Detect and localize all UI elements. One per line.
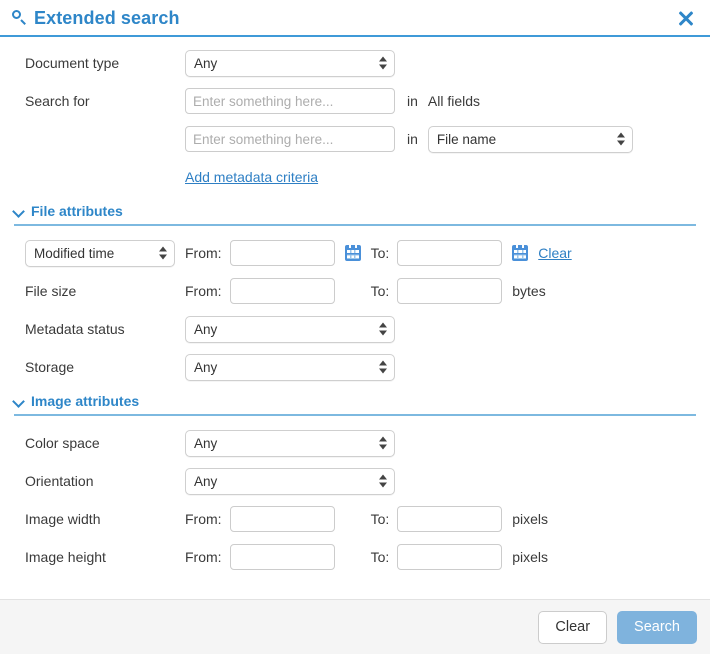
row-color-space: Color space Any	[0, 429, 710, 457]
page-title: Extended search	[34, 7, 180, 28]
image-attributes-section: Image attributes	[0, 393, 710, 416]
image-height-from-label: From:	[185, 549, 222, 565]
row-add-criteria: Add metadata criteria	[0, 163, 710, 191]
section-divider	[14, 224, 696, 226]
image-height-to-input[interactable]	[397, 544, 503, 570]
dialog-title-group: Extended search	[12, 9, 180, 27]
metadata-status-label: Metadata status	[25, 321, 125, 337]
search-text-input-2[interactable]	[185, 126, 395, 152]
row-image-width: Image width From: To: pixels	[0, 505, 710, 533]
file-size-to-input[interactable]	[397, 278, 503, 304]
search-scope-select-2[interactable]: File name	[427, 125, 633, 153]
image-height-label: Image height	[25, 549, 106, 565]
chevron-updown-icon	[379, 56, 387, 71]
row-search-for-2: in File name	[0, 125, 710, 153]
image-attributes-title: Image attributes	[31, 393, 140, 409]
file-size-label: File size	[25, 283, 77, 299]
image-width-label: Image width	[25, 511, 101, 527]
calendar-icon-from[interactable]	[344, 245, 361, 261]
file-attributes-section: File attributes	[0, 203, 710, 226]
file-attributes-header[interactable]: File attributes	[0, 203, 710, 219]
orientation-select[interactable]: Any	[185, 467, 395, 495]
search-button[interactable]: Search	[617, 610, 697, 644]
color-space-label: Color space	[25, 435, 100, 451]
date-to-input[interactable]	[397, 240, 503, 266]
file-size-unit: bytes	[512, 283, 546, 299]
row-modified-time: Modified time From: To: Clear	[0, 239, 710, 267]
file-size-to-label: To:	[370, 283, 390, 299]
image-width-from-label: From:	[185, 511, 222, 527]
date-to-label: To:	[370, 245, 390, 261]
image-width-to-input[interactable]	[397, 506, 503, 532]
chevron-updown-icon	[379, 436, 387, 451]
orientation-label: Orientation	[25, 473, 94, 489]
search-scope-2-value: File name	[436, 131, 497, 147]
date-field-value: Modified time	[34, 245, 115, 261]
metadata-status-value: Any	[194, 321, 218, 337]
chevron-updown-icon	[616, 132, 625, 147]
row-storage: Storage Any	[0, 353, 710, 381]
image-width-to-label: To:	[370, 511, 390, 527]
file-attributes-title: File attributes	[31, 203, 123, 219]
storage-value: Any	[194, 359, 218, 375]
document-type-select[interactable]: Any	[185, 49, 395, 77]
row-document-type: Document type Any	[0, 49, 710, 77]
search-scope-1: All fields	[427, 93, 481, 109]
search-icon	[12, 10, 27, 25]
in-label-2: in	[407, 131, 418, 147]
date-from-label: From:	[185, 245, 222, 261]
chevron-updown-icon	[159, 246, 167, 261]
row-metadata-status: Metadata status Any	[0, 315, 710, 343]
chevron-updown-icon	[379, 322, 387, 337]
image-height-unit: pixels	[512, 549, 549, 565]
calendar-icon-to[interactable]	[512, 245, 529, 261]
date-clear-link[interactable]: Clear	[538, 245, 571, 261]
file-size-from-input[interactable]	[229, 278, 335, 304]
metadata-status-select[interactable]: Any	[185, 315, 395, 343]
chevron-updown-icon	[379, 360, 387, 375]
color-space-select[interactable]: Any	[185, 429, 395, 457]
add-metadata-criteria-link[interactable]: Add metadata criteria	[185, 169, 318, 185]
storage-label: Storage	[25, 359, 75, 375]
image-height-to-label: To:	[370, 549, 390, 565]
row-search-for-1: Search for in All fields	[0, 87, 710, 115]
search-for-label: Search for	[25, 93, 90, 109]
image-width-unit: pixels	[512, 511, 549, 527]
image-width-from-input[interactable]	[229, 506, 335, 532]
in-label-1: in	[407, 93, 418, 109]
storage-select[interactable]: Any	[185, 353, 395, 381]
orientation-value: Any	[194, 473, 218, 489]
date-from-input[interactable]	[229, 240, 335, 266]
row-image-height: Image height From: To: pixels	[0, 543, 710, 571]
color-space-value: Any	[194, 435, 218, 451]
dialog-footer: Clear Search	[0, 599, 710, 654]
search-text-input-1[interactable]	[185, 88, 395, 114]
chevron-down-icon	[14, 206, 25, 217]
date-field-select[interactable]: Modified time	[25, 239, 175, 267]
row-file-size: File size From: To: bytes	[0, 277, 710, 305]
chevron-down-icon	[14, 396, 25, 407]
document-type-label: Document type	[25, 55, 120, 71]
file-size-from-label: From:	[185, 283, 222, 299]
document-type-value: Any	[194, 55, 218, 71]
dialog-body: Document type Any Search for in All fiel…	[0, 37, 710, 599]
clear-button[interactable]: Clear	[538, 610, 608, 644]
close-icon[interactable]	[675, 7, 697, 29]
row-orientation: Orientation Any	[0, 467, 710, 495]
section-divider	[14, 414, 696, 416]
dialog-header: Extended search	[0, 0, 710, 37]
image-height-from-input[interactable]	[229, 544, 335, 570]
image-attributes-header[interactable]: Image attributes	[0, 393, 710, 409]
chevron-updown-icon	[379, 474, 387, 489]
